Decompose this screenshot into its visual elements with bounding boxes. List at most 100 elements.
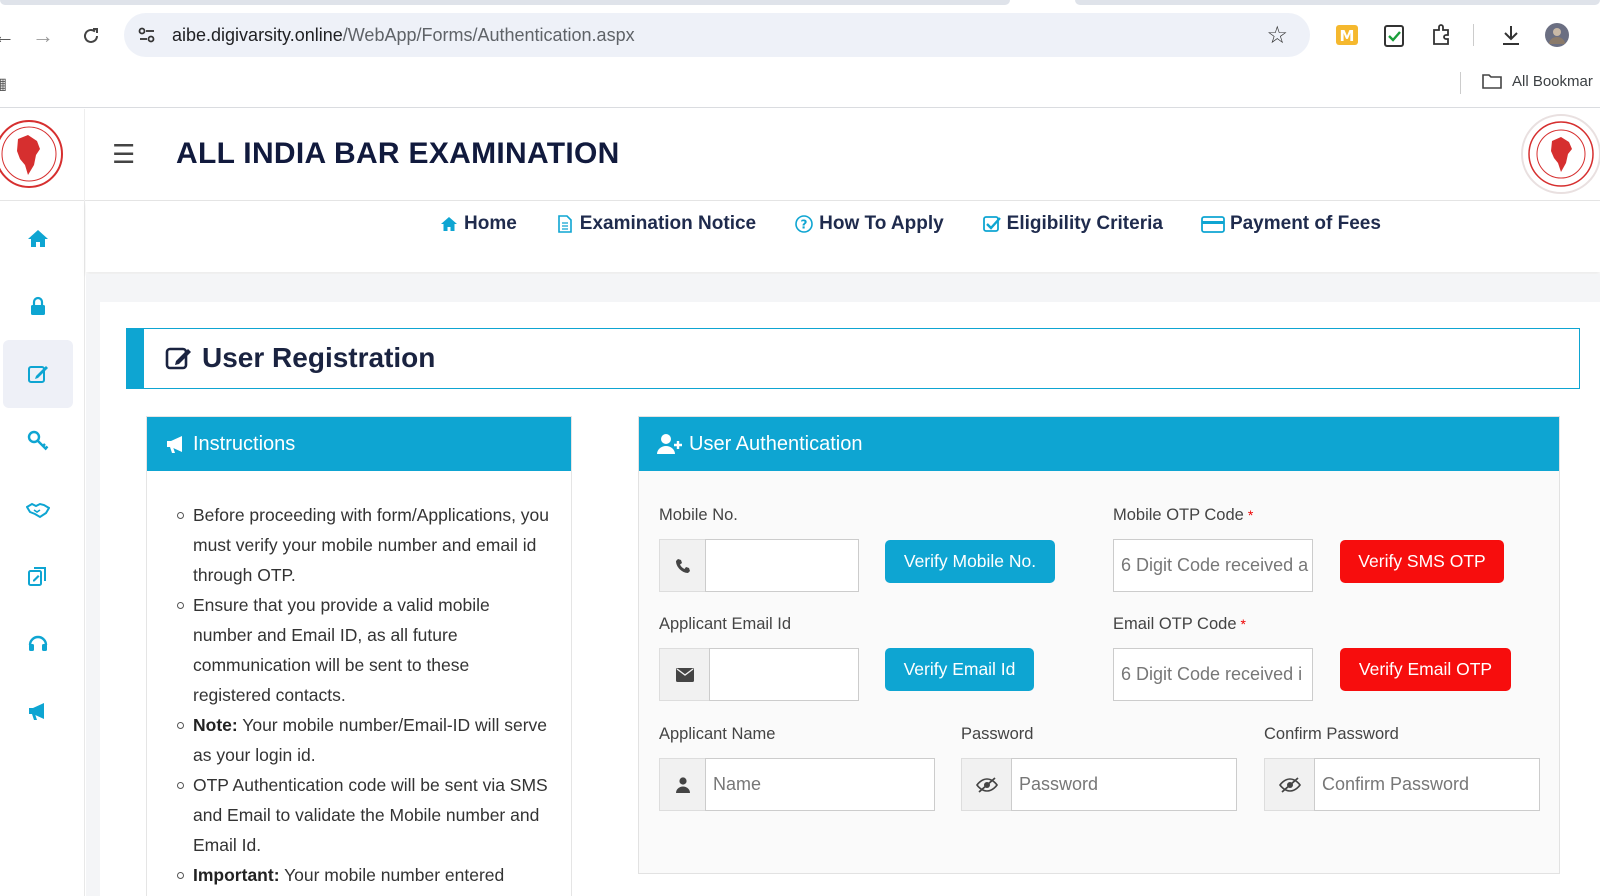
- bookmark-star-icon[interactable]: ☆: [1266, 21, 1288, 50]
- envelope-icon: [659, 648, 709, 701]
- instructions-card: Instructions Before proceeding with form…: [146, 416, 572, 896]
- nav-eligibility-criteria-label: Eligibility Criteria: [1006, 213, 1163, 234]
- email-otp-input[interactable]: 6 Digit Code received i: [1113, 648, 1313, 701]
- phone-icon: [659, 539, 705, 592]
- nav-how-to-apply[interactable]: ? How To Apply: [794, 213, 944, 235]
- bullhorn-icon: [167, 436, 182, 453]
- bookmarks-bar: ▦ All Bookmar: [0, 66, 1600, 102]
- sidebar-item-announcements[interactable]: [3, 677, 73, 745]
- confirm-password-label: Confirm Password: [1264, 725, 1399, 743]
- nav-eligibility-criteria[interactable]: Eligibility Criteria: [982, 213, 1163, 235]
- nav-examination-notice[interactable]: Examination Notice: [555, 213, 756, 235]
- mobile-input-group: [659, 539, 859, 592]
- list-item: OTP Authentication code will be sent via…: [177, 770, 551, 860]
- edit-icon: [28, 366, 48, 383]
- instructions-header: Instructions: [147, 417, 571, 471]
- menu-toggle-icon[interactable]: ☰: [112, 139, 135, 170]
- handshake-icon: [26, 502, 50, 519]
- top-navigation: Home Examination Notice ? How To Apply E…: [86, 201, 1600, 272]
- instructions-list: Before proceeding with form/Applications…: [147, 471, 571, 890]
- eye-slash-icon[interactable]: [961, 758, 1011, 811]
- credit-card-icon: [1201, 216, 1225, 233]
- sidebar-item-forgot-password[interactable]: [3, 407, 73, 475]
- copy-edit-icon: [28, 567, 46, 586]
- extension-clipboard-icon[interactable]: [1381, 22, 1407, 48]
- sidebar-item-forms[interactable]: [3, 542, 73, 610]
- email-label: Applicant Email Id: [659, 615, 792, 633]
- profile-avatar-icon[interactable]: [1544, 22, 1570, 48]
- name-input-group: Name: [659, 758, 935, 811]
- mobile-otp-label: Mobile OTP Code *: [1113, 506, 1254, 524]
- download-icon[interactable]: [1498, 22, 1524, 48]
- sidebar-item-login[interactable]: [3, 272, 73, 340]
- nav-payment-of-fees-label: Payment of Fees: [1229, 213, 1381, 234]
- authentication-header: User Authentication: [639, 417, 1559, 471]
- url-text: aibe.digivarsity.online/WebApp/Forms/Aut…: [172, 25, 635, 45]
- password-input[interactable]: Password: [1011, 758, 1237, 811]
- mobile-otp-input[interactable]: 6 Digit Code received a: [1113, 539, 1313, 592]
- authentication-title: User Authentication: [689, 432, 863, 455]
- sidebar-item-support[interactable]: [3, 609, 73, 677]
- sidebar-item-home[interactable]: [3, 205, 73, 273]
- confirm-password-input-group: Confirm Password: [1264, 758, 1540, 811]
- list-item: Before proceeding with form/Applications…: [177, 500, 551, 590]
- address-bar[interactable]: aibe.digivarsity.online/WebApp/Forms/Aut…: [124, 13, 1310, 57]
- nav-home[interactable]: Home: [439, 213, 517, 235]
- folder-icon: [1482, 74, 1502, 89]
- document-icon: [557, 215, 572, 233]
- mobile-input[interactable]: [705, 539, 859, 592]
- email-input[interactable]: [709, 648, 859, 701]
- list-item: Ensure that you provide a valid mobile n…: [177, 590, 551, 710]
- user-icon: [659, 758, 705, 811]
- question-circle-icon: ?: [795, 215, 813, 233]
- eye-slash-icon[interactable]: [1264, 758, 1314, 811]
- name-input[interactable]: Name: [705, 758, 935, 811]
- home-icon: [441, 217, 457, 231]
- verify-email-otp-button[interactable]: Verify Email OTP: [1340, 648, 1511, 691]
- megaphone-icon: [29, 703, 44, 720]
- password-input-group: Password: [961, 758, 1237, 811]
- all-bookmarks-label: All Bookmar: [1512, 72, 1593, 90]
- key-icon: [27, 430, 49, 451]
- sidebar-item-registration[interactable]: [3, 340, 73, 408]
- email-input-group: [659, 648, 859, 701]
- svg-text:M: M: [1340, 27, 1355, 45]
- app-header: ☰ ALL INDIA BAR EXAMINATION: [0, 109, 1600, 201]
- nav-examination-notice-label: Examination Notice: [579, 213, 757, 234]
- instructions-title: Instructions: [193, 432, 296, 455]
- reload-icon[interactable]: [73, 18, 109, 54]
- bar-council-seal: [1521, 114, 1600, 194]
- apps-grid-icon[interactable]: ▦: [0, 74, 7, 94]
- tab-strip: [0, 0, 1600, 5]
- name-label: Applicant Name: [659, 725, 776, 743]
- check-square-icon: [982, 216, 1001, 232]
- email-otp-label: Email OTP Code *: [1113, 615, 1246, 633]
- page-title: User Registration: [202, 342, 436, 373]
- nav-home-label: Home: [464, 213, 517, 234]
- home-icon: [28, 230, 48, 247]
- back-icon[interactable]: ←: [0, 18, 22, 54]
- sidebar-item-agreement[interactable]: [3, 475, 73, 543]
- page-title-bar: User Registration: [126, 328, 1580, 389]
- extensions-puzzle-icon[interactable]: [1429, 22, 1455, 48]
- forward-icon[interactable]: →: [25, 18, 61, 54]
- verify-email-button[interactable]: Verify Email Id: [885, 648, 1034, 691]
- password-label: Password: [961, 725, 1034, 743]
- mobile-label: Mobile No.: [659, 506, 738, 524]
- verify-sms-otp-button[interactable]: Verify SMS OTP: [1340, 540, 1504, 583]
- list-item: Note: Your mobile number/Email-ID will s…: [177, 710, 551, 770]
- extension-m-icon[interactable]: M: [1334, 22, 1360, 48]
- browser-chrome: ← → aibe.digivarsity.online/WebApp/Forms…: [0, 0, 1600, 108]
- svg-text:?: ?: [801, 218, 808, 232]
- verify-mobile-button[interactable]: Verify Mobile No.: [885, 540, 1055, 583]
- edit-icon: [165, 347, 191, 370]
- confirm-password-input[interactable]: Confirm Password: [1314, 758, 1540, 811]
- app-title: ALL INDIA BAR EXAMINATION: [176, 137, 620, 170]
- site-settings-icon[interactable]: [136, 24, 158, 46]
- lock-icon: [31, 296, 45, 315]
- list-item: Important: Your mobile number entered: [177, 860, 551, 890]
- all-bookmarks[interactable]: All Bookmar: [1482, 72, 1593, 90]
- bar-council-logo: [0, 120, 63, 188]
- user-plus-icon: [657, 434, 682, 454]
- nav-payment-of-fees[interactable]: Payment of Fees: [1201, 213, 1381, 235]
